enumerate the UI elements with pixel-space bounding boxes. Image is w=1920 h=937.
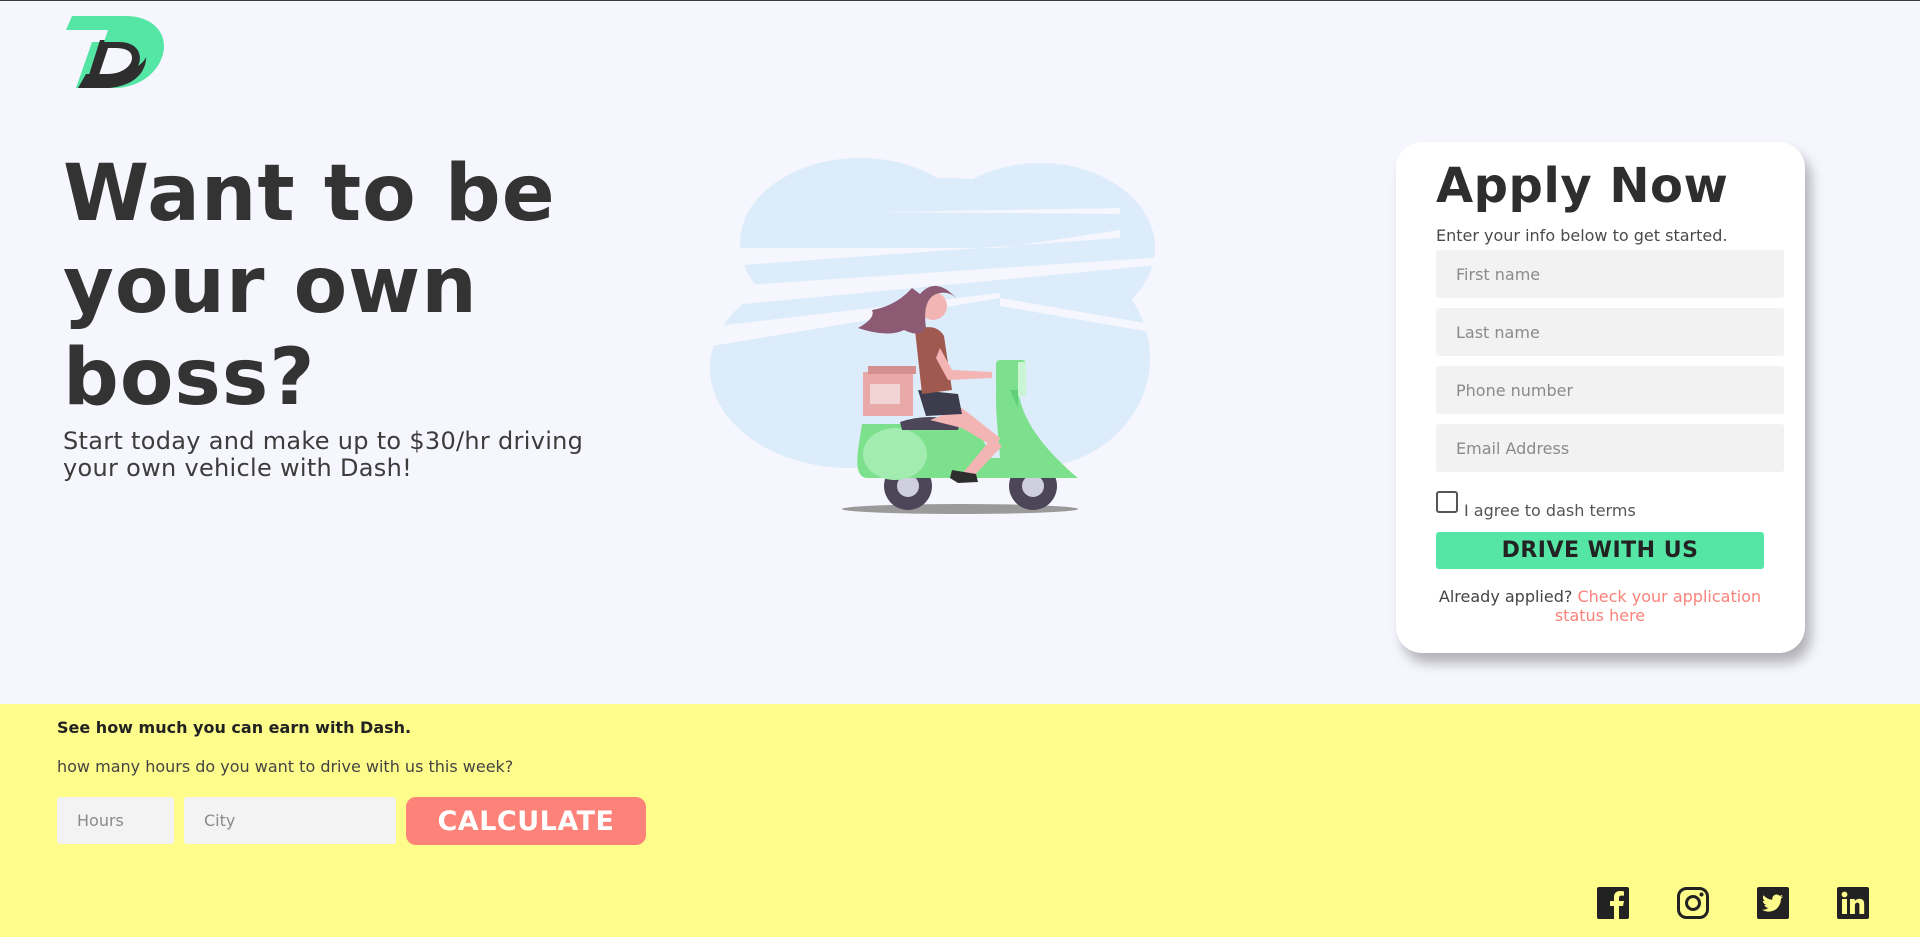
earnings-heading: See how much you can earn with Dash.: [57, 718, 412, 737]
instagram-icon[interactable]: [1676, 886, 1710, 920]
dash-logo-icon[interactable]: [64, 16, 166, 88]
hero-subtitle: Start today and make up to $30/hr drivin…: [63, 427, 584, 482]
already-applied-label: Already applied?: [1438, 587, 1573, 606]
top-border: [0, 0, 1920, 1]
city-input[interactable]: [184, 797, 396, 844]
email-input[interactable]: [1436, 424, 1784, 472]
last-name-input[interactable]: [1436, 308, 1784, 356]
drive-with-us-button[interactable]: DRIVE WITH US: [1436, 532, 1764, 569]
earnings-question: how many hours do you want to drive with…: [57, 757, 514, 776]
linkedin-icon[interactable]: [1836, 886, 1870, 920]
hours-input[interactable]: [57, 797, 174, 844]
already-applied-text: Already applied? Check your application …: [1436, 587, 1764, 625]
terms-label: I agree to dash terms: [1464, 501, 1636, 520]
apply-intro: Enter your info below to get started.: [1436, 226, 1728, 245]
woman-on-scooter-illustration: [700, 158, 1220, 514]
phone-number-input[interactable]: [1436, 366, 1784, 414]
hero-title: Want to be your own boss?: [63, 149, 556, 423]
facebook-icon[interactable]: [1596, 886, 1630, 920]
apply-title: Apply Now: [1436, 158, 1729, 214]
apply-card: Apply Now Enter your info below to get s…: [1396, 142, 1805, 653]
twitter-icon[interactable]: [1756, 886, 1790, 920]
first-name-input[interactable]: [1436, 250, 1784, 298]
calculate-button[interactable]: CALCULATE: [406, 797, 646, 845]
application-status-link[interactable]: Check your application status here: [1555, 587, 1761, 625]
earnings-section: See how much you can earn with Dash. how…: [0, 704, 1920, 937]
terms-checkbox[interactable]: [1436, 491, 1458, 513]
